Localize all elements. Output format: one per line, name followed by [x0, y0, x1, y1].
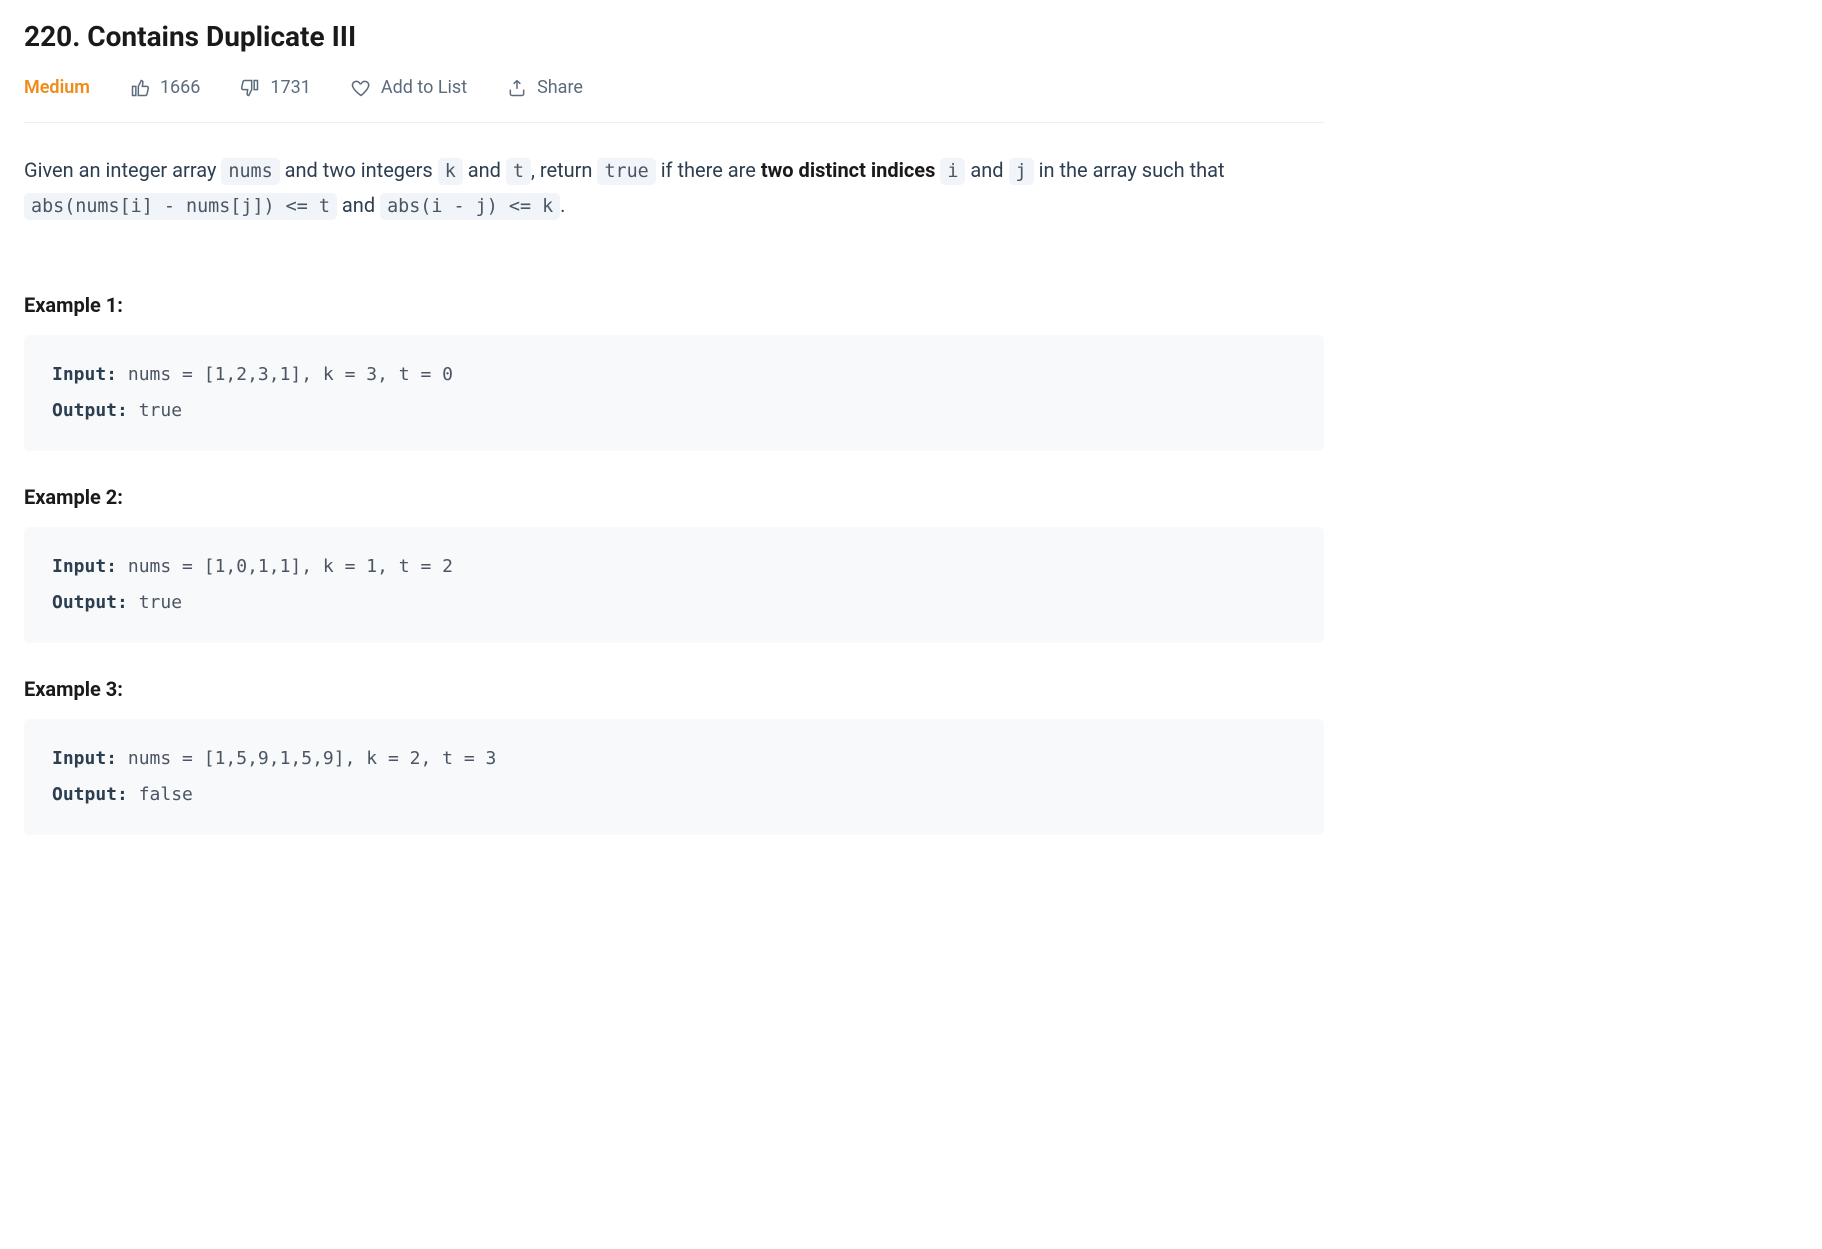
desc-text: , return	[531, 158, 597, 182]
like-count: 1666	[160, 77, 200, 98]
share-button[interactable]: Share	[507, 77, 583, 98]
example-block: Input: nums = [1,0,1,1], k = 1, t = 2 Ou…	[24, 527, 1324, 643]
input-label: Input:	[52, 748, 117, 769]
code-inline: j	[1009, 158, 1034, 185]
thumbs-up-icon	[130, 78, 150, 98]
desc-bold: two distinct indices	[761, 158, 936, 182]
code-inline: true	[597, 158, 655, 185]
code-inline: abs(i - j) <= k	[380, 193, 560, 220]
add-to-list-button[interactable]: Add to List	[351, 77, 467, 98]
heart-icon	[351, 78, 371, 98]
dislike-button[interactable]: 1731	[240, 77, 310, 98]
input-label: Input:	[52, 364, 117, 385]
output-label: Output:	[52, 400, 128, 421]
input-value: nums = [1,0,1,1], k = 1, t = 2	[117, 556, 453, 577]
meta-row: Medium 1666 1731 Add to List Share	[24, 77, 1324, 98]
output-label: Output:	[52, 592, 128, 613]
share-label: Share	[537, 77, 583, 98]
difficulty-badge: Medium	[24, 77, 90, 98]
desc-text: .	[560, 193, 565, 217]
add-to-list-label: Add to List	[381, 77, 467, 98]
example-heading: Example 3:	[24, 677, 1324, 701]
output-value: false	[128, 784, 193, 805]
output-label: Output:	[52, 784, 128, 805]
code-inline: i	[940, 158, 965, 185]
example-heading: Example 1:	[24, 293, 1324, 317]
input-value: nums = [1,5,9,1,5,9], k = 2, t = 3	[117, 748, 496, 769]
desc-text: in the array such that	[1034, 158, 1225, 182]
share-icon	[507, 78, 527, 98]
desc-text: if there are	[656, 158, 761, 182]
thumbs-down-icon	[240, 78, 260, 98]
output-value: true	[128, 592, 182, 613]
problem-description: Given an integer array nums and two inte…	[24, 153, 1324, 223]
desc-text: and	[463, 158, 506, 182]
problem-title: 220. Contains Duplicate III	[24, 20, 1324, 53]
example-block: Input: nums = [1,5,9,1,5,9], k = 2, t = …	[24, 719, 1324, 835]
input-label: Input:	[52, 556, 117, 577]
desc-text: Given an integer array	[24, 158, 221, 182]
desc-text: and	[337, 193, 380, 217]
code-inline: abs(nums[i] - nums[j]) <= t	[24, 193, 337, 220]
code-inline: nums	[221, 158, 279, 185]
example-block: Input: nums = [1,2,3,1], k = 3, t = 0 Ou…	[24, 335, 1324, 451]
input-value: nums = [1,2,3,1], k = 3, t = 0	[117, 364, 453, 385]
code-inline: t	[506, 158, 531, 185]
dislike-count: 1731	[270, 77, 310, 98]
divider	[24, 122, 1324, 123]
example-heading: Example 2:	[24, 485, 1324, 509]
like-button[interactable]: 1666	[130, 77, 200, 98]
desc-text: and two integers	[280, 158, 438, 182]
code-inline: k	[438, 158, 463, 185]
desc-text: and	[965, 158, 1008, 182]
output-value: true	[128, 400, 182, 421]
